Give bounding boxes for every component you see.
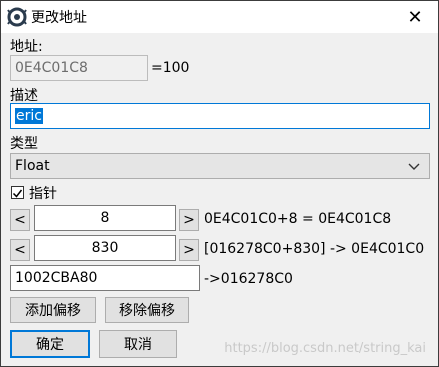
description-value: eric	[15, 108, 43, 124]
address-result: =100	[151, 60, 190, 76]
ok-button[interactable]: 确定	[10, 330, 90, 358]
cancel-button[interactable]: 取消	[99, 330, 177, 358]
checkmark-icon	[12, 189, 23, 198]
change-address-dialog: 更改地址 ✕ 地址: 0E4C01C8 =100 描述 eric 类型 Floa…	[0, 0, 439, 367]
offset-1-decrement-button[interactable]: <	[10, 209, 30, 231]
offset-2-result: [016278C0+830] -> 0E4C01C0	[204, 241, 425, 257]
offset-2-increment-button[interactable]: >	[179, 239, 199, 261]
type-label: 类型	[10, 136, 38, 152]
description-input[interactable]: eric	[10, 103, 430, 129]
offset-2-decrement-button[interactable]: <	[10, 239, 30, 261]
type-selected-value: Float	[15, 158, 50, 174]
pointer-label: 指针	[29, 186, 57, 202]
close-icon[interactable]: ✕	[392, 1, 438, 33]
offset-1-increment-button[interactable]: >	[179, 209, 199, 231]
address-label: 地址:	[10, 39, 43, 55]
offset-1-result: 0E4C01C0+8 = 0E4C01C8	[204, 211, 392, 227]
base-address-input[interactable]: 1002CBA80	[10, 265, 200, 291]
offset-1-input[interactable]: 8	[34, 205, 176, 231]
address-field[interactable]: 0E4C01C8	[10, 55, 148, 81]
base-address-value: 1002CBA80	[15, 270, 98, 286]
chevron-down-icon	[407, 159, 421, 173]
type-select[interactable]: Float	[10, 153, 430, 179]
watermark-text: https://blog.csdn.net/string_kai	[224, 341, 426, 356]
remove-offset-button[interactable]: 移除偏移	[105, 297, 189, 323]
offset-2-input[interactable]: 830	[34, 235, 176, 261]
description-label: 描述	[10, 88, 38, 104]
window-title: 更改地址	[31, 10, 87, 26]
title-bar: 更改地址 ✕	[1, 1, 438, 33]
address-value: 0E4C01C8	[15, 60, 88, 76]
base-address-result: ->016278C0	[204, 271, 293, 287]
cheat-engine-icon	[7, 7, 27, 27]
pointer-checkbox[interactable]	[11, 186, 24, 199]
add-offset-button[interactable]: 添加偏移	[10, 297, 96, 323]
